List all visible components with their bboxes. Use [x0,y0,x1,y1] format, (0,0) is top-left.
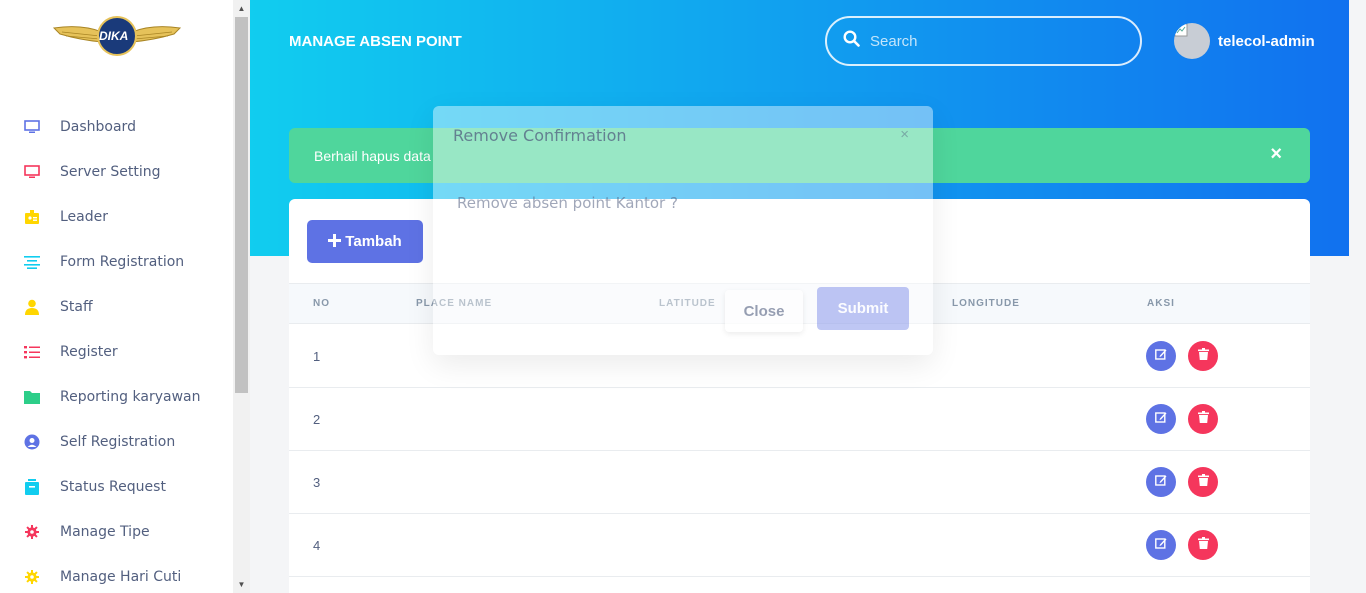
user-icon [24,299,40,315]
trash-icon [1197,410,1209,428]
avatar[interactable] [1174,23,1210,59]
trash-icon [1197,347,1209,365]
search-icon [843,30,860,52]
align-center-icon [24,254,40,270]
search-box[interactable] [825,16,1142,66]
edit-button[interactable] [1146,530,1176,560]
user-circle-icon [24,434,40,450]
sidebar-scrollbar[interactable]: ▲ ▼ [233,0,250,593]
brand-logo[interactable]: DIKA [52,14,182,60]
sidebar-item-server-setting[interactable]: Server Setting [0,149,233,194]
sidebar-item-label: Dashboard [60,118,136,135]
remove-confirmation-modal: Remove Confirmation × Remove absen point… [433,106,933,355]
trash-icon [1197,473,1209,491]
plus-icon [328,231,342,252]
folder-icon [24,389,40,405]
submit-button[interactable]: Submit [817,287,909,330]
delete-button[interactable] [1188,467,1218,497]
sidebar-item-label: Manage Tipe [60,523,150,540]
delete-button[interactable] [1188,341,1218,371]
edit-icon [1155,536,1167,554]
table-row: 3 [289,451,1310,514]
row-number: 1 [313,349,321,364]
add-button[interactable]: Tambah [307,220,423,263]
close-icon[interactable]: × [1270,143,1282,166]
monitor-icon [24,164,40,180]
sidebar-item-label: Self Registration [60,433,176,450]
column-header-longitude: LONGITUDE [952,298,1020,309]
gear-icon [24,524,40,540]
page-title: MANAGE ABSEN POINT [289,33,462,50]
sidebar-item-dashboard[interactable]: Dashboard [0,104,233,149]
sidebar-item-register[interactable]: Register [0,329,233,374]
gear-icon [24,569,40,585]
search-input[interactable] [870,32,1110,50]
row-number: 3 [313,475,321,490]
sidebar-item-staff[interactable]: Staff [0,284,233,329]
sidebar-item-label: Leader [60,208,109,225]
close-icon[interactable]: × [900,126,909,143]
edit-button[interactable] [1146,404,1176,434]
logo-text: DIKA [99,29,129,43]
broken-image-icon [1174,23,1188,40]
sidebar-item-label: Reporting karyawan [60,388,201,405]
trash-icon [1197,536,1209,554]
sidebar: DIKA Dashboard Server Setting Leader For… [0,0,233,593]
table-row: 2 [289,388,1310,451]
table-row: 4 [289,514,1310,577]
delete-button[interactable] [1188,404,1218,434]
monitor-icon [24,119,40,135]
edit-icon [1155,473,1167,491]
edit-icon [1155,410,1167,428]
scroll-up-arrow-icon[interactable]: ▲ [233,0,250,17]
sidebar-item-self-registration[interactable]: Self Registration [0,419,233,464]
row-number: 4 [313,538,321,553]
edit-button[interactable] [1146,467,1176,497]
add-button-label: Tambah [345,233,402,250]
badge-icon [24,209,40,225]
column-header-aksi: AKSI [1147,298,1175,309]
sidebar-item-label: Register [60,343,118,360]
sidebar-item-label: Form Registration [60,253,185,270]
sidebar-item-label: Staff [60,298,93,315]
sidebar-item-manage-tipe[interactable]: Manage Tipe [0,509,233,554]
scroll-down-arrow-icon[interactable]: ▼ [233,576,250,593]
sidebar-item-status-request[interactable]: Status Request [0,464,233,509]
archive-icon [24,478,40,495]
list-icon [24,344,40,360]
username: telecol-admin [1218,32,1315,50]
row-number: 2 [313,412,321,427]
sidebar-item-form-registration[interactable]: Form Registration [0,239,233,284]
modal-body: Remove absen point Kantor ? [457,194,678,212]
sidebar-item-manage-hari-cuti[interactable]: Manage Hari Cuti [0,554,233,593]
sidebar-item-leader[interactable]: Leader [0,194,233,239]
sidebar-item-label: Server Setting [60,163,161,180]
sidebar-item-reporting-karyawan[interactable]: Reporting karyawan [0,374,233,419]
edit-button[interactable] [1146,341,1176,371]
sidebar-item-label: Status Request [60,478,166,495]
alert-message: Berhail hapus data [314,147,431,164]
edit-icon [1155,347,1167,365]
sidebar-nav: Dashboard Server Setting Leader Form Reg… [0,104,233,593]
close-button[interactable]: Close [725,290,803,332]
column-header-no: NO [313,298,330,309]
modal-title: Remove Confirmation [453,126,627,145]
delete-button[interactable] [1188,530,1218,560]
scroll-thumb[interactable] [235,17,248,393]
user-menu[interactable]: telecol-admin [1174,23,1315,59]
sidebar-item-label: Manage Hari Cuti [60,568,182,585]
